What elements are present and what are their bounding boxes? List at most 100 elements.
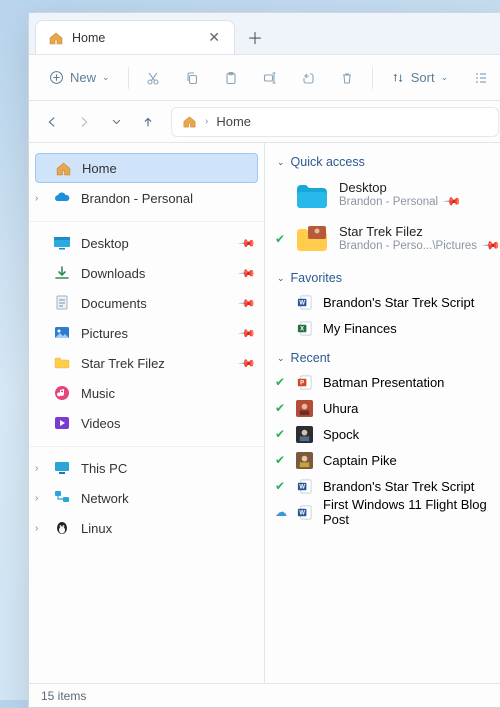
sidebar-item-documents[interactable]: Documents📌 (29, 288, 264, 318)
chevron-down-icon: ⌄ (277, 273, 285, 284)
music-icon (53, 384, 71, 402)
linux-icon (53, 519, 71, 537)
sidebar-item-videos[interactable]: Videos (29, 408, 264, 438)
copy-button[interactable] (175, 62, 208, 94)
recent-item[interactable]: ☁ W First Windows 11 Flight Blog Post (271, 499, 500, 525)
recent-item[interactable]: ✔Spock (271, 421, 500, 447)
new-button[interactable]: New ⌄ (39, 62, 120, 94)
item-title: Desktop (339, 180, 458, 196)
quick-access-item[interactable]: ✔Star Trek FilezBrandon - Perso...\Pictu… (271, 217, 500, 261)
chevron-right-icon: › (205, 116, 208, 127)
sidebar-item-label: Videos (81, 416, 254, 431)
group-header-favorites[interactable]: ⌄Favorites (271, 267, 500, 289)
sidebar-item-pictures[interactable]: Pictures📌 (29, 318, 264, 348)
sort-button[interactable]: Sort ⌄ (381, 62, 458, 94)
word-icon: W (295, 503, 313, 521)
paste-button[interactable] (214, 62, 247, 94)
navigation-bar: › Home (29, 101, 500, 143)
rename-button[interactable] (253, 62, 286, 94)
recent-locations-button[interactable] (101, 107, 131, 137)
item-title: First Windows 11 Flight Blog Post (323, 497, 500, 527)
close-tab-icon[interactable]: ✕ (204, 29, 224, 46)
sidebar-item-network[interactable]: ›Network (29, 483, 264, 513)
word-icon: W (295, 293, 313, 311)
item-title: Captain Pike (323, 453, 397, 468)
up-button[interactable] (133, 107, 163, 137)
tab-strip: Home ✕ ＋ (29, 13, 500, 55)
breadcrumb-current[interactable]: Home (216, 114, 251, 129)
favorite-item[interactable]: X My Finances (271, 315, 500, 341)
sidebar-item-label: Music (81, 386, 254, 401)
sidebar-item-music[interactable]: Music (29, 378, 264, 408)
svg-text:X: X (300, 326, 304, 332)
group-header-recent[interactable]: ⌄Recent (271, 347, 500, 369)
chevron-down-icon: ⌄ (441, 72, 449, 83)
item-title: My Finances (323, 321, 397, 336)
separator (128, 67, 129, 89)
sidebar-item-label: Desktop (81, 236, 240, 251)
recent-item[interactable]: ✔ Captain Pike (271, 447, 500, 473)
item-title: Batman Presentation (323, 375, 444, 390)
cloud-icon: ☁ (275, 505, 287, 519)
chevron-down-icon: ⌄ (277, 353, 285, 364)
back-button[interactable] (37, 107, 67, 137)
forward-button[interactable] (69, 107, 99, 137)
sidebar-item-label: Linux (81, 521, 254, 536)
item-count: 15 items (41, 689, 86, 703)
item-title: Star Trek Filez (339, 224, 497, 240)
view-button[interactable] (464, 62, 497, 94)
address-bar[interactable]: › Home (171, 107, 499, 137)
pc-icon (53, 459, 71, 477)
pin-icon: 📌 (238, 264, 257, 283)
content-pane: ⌄Quick access DesktopBrandon - Personal📌… (265, 143, 500, 683)
word-icon: W (295, 477, 313, 495)
recent-item[interactable]: ✔ P Batman Presentation (271, 369, 500, 395)
file-explorer-window: Home ✕ ＋ New ⌄ Sort ⌄ › (28, 12, 500, 708)
sync-check-icon: ✔ (275, 375, 285, 389)
plus-circle-icon (49, 70, 64, 85)
favorite-item[interactable]: W Brandon's Star Trek Script (271, 289, 500, 315)
pin-icon: 📌 (480, 237, 500, 257)
photo1-icon (295, 399, 313, 417)
sidebar-item-desktop[interactable]: Desktop📌 (29, 228, 264, 258)
chevron-right-icon: › (35, 523, 38, 534)
item-title: Brandon's Star Trek Script (323, 295, 474, 310)
sidebar-item-brandon-personal[interactable]: ›Brandon - Personal (29, 183, 264, 213)
new-tab-button[interactable]: ＋ (241, 23, 269, 51)
sidebar-item-home[interactable]: Home (35, 153, 258, 183)
recent-item[interactable]: ✔WBrandon's Star Trek Script (271, 473, 500, 499)
sync-check-icon: ✔ (275, 453, 285, 467)
onedrive-icon (53, 189, 71, 207)
separator (372, 67, 373, 89)
tab-label: Home (72, 31, 196, 45)
sidebar-item-this-pc[interactable]: ›This PC (29, 453, 264, 483)
item-title: Uhura (323, 401, 358, 416)
group-header-quick-access[interactable]: ⌄Quick access (271, 151, 500, 173)
nav-pane: Home›Brandon - Personal Desktop📌Download… (29, 143, 265, 683)
sidebar-item-label: Documents (81, 296, 240, 311)
recent-item[interactable]: ✔Uhura (271, 395, 500, 421)
delete-button[interactable] (331, 62, 364, 94)
chevron-down-icon: ⌄ (102, 72, 110, 83)
photo2-icon (295, 425, 313, 443)
cut-button[interactable] (137, 62, 170, 94)
share-button[interactable] (292, 62, 325, 94)
chevron-right-icon: › (35, 463, 38, 474)
sidebar-item-star-trek-filez[interactable]: Star Trek Filez📌 (29, 348, 264, 378)
content-split: Home›Brandon - Personal Desktop📌Download… (29, 143, 500, 683)
chevron-right-icon: › (35, 493, 38, 504)
documents-icon (53, 294, 71, 312)
sync-check-icon: ✔ (275, 479, 285, 493)
quick-access-item[interactable]: DesktopBrandon - Personal📌 (271, 173, 500, 217)
item-subtitle: Brandon - Perso...\Pictures📌 (339, 240, 497, 254)
tab-home[interactable]: Home ✕ (35, 20, 235, 54)
sidebar-item-downloads[interactable]: Downloads📌 (29, 258, 264, 288)
sidebar-item-linux[interactable]: › Linux (29, 513, 264, 543)
network-icon (53, 489, 71, 507)
svg-text:P: P (300, 380, 304, 386)
chevron-down-icon: ⌄ (277, 157, 285, 168)
downloads-icon (53, 264, 71, 282)
videos-icon (53, 414, 71, 432)
sidebar-item-label: Brandon - Personal (81, 191, 254, 206)
svg-text:W: W (299, 300, 305, 306)
